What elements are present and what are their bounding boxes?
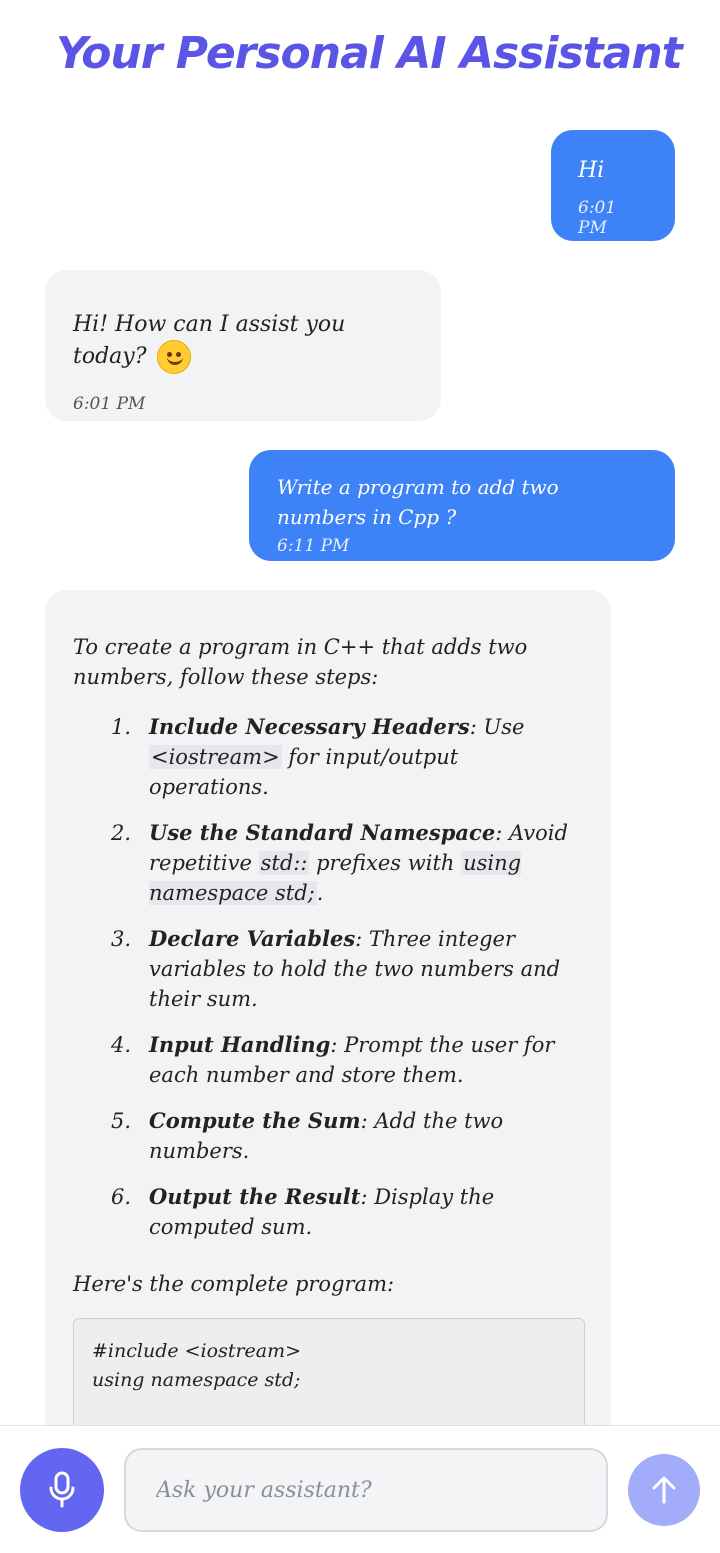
step-title: Include Necessary Headers — [149, 714, 470, 739]
steps-list: 1. Include Necessary Headers: Use <iostr… — [73, 712, 583, 1242]
arrow-up-icon — [652, 1476, 676, 1504]
microphone-icon — [49, 1471, 75, 1508]
user-message: Write a program to add two numbers in Cp… — [249, 450, 675, 561]
code-block[interactable]: #include <iostream> using namespace std;… — [73, 1318, 585, 1425]
step-number: 1. — [111, 715, 132, 739]
chat-app: Your Personal AI Assistant Hi 6:01 PM Hi… — [0, 0, 720, 1553]
microphone-button[interactable] — [20, 1448, 104, 1532]
step-title: Input Handling — [149, 1032, 331, 1057]
step-title: Use the Standard Namespace — [149, 820, 496, 845]
code-line: #include <iostream> — [92, 1340, 302, 1362]
reply-intro: To create a program in C++ that adds two… — [73, 635, 528, 689]
message-body: Hi! How can I assist you today? — [73, 310, 413, 374]
page-title: Your Personal AI Assistant — [56, 28, 683, 79]
step-number: 6. — [111, 1185, 132, 1209]
step-item: 2. Use the Standard Namespace: Avoid rep… — [111, 818, 583, 908]
message-time: 6:01 PM — [73, 394, 146, 414]
message-time: 6:01 PM — [578, 198, 617, 238]
message-input[interactable] — [124, 1448, 608, 1532]
step-item: 3. Declare Variables: Three integer vari… — [111, 924, 583, 1014]
message-text: Write a program to add two numbers in Cp… — [277, 475, 559, 529]
message-time: 6:11 PM — [277, 536, 350, 556]
step-item: 5. Compute the Sum: Add the two numbers. — [111, 1106, 583, 1166]
step-text: . — [316, 881, 324, 905]
user-message: Hi 6:01 PM — [551, 130, 675, 241]
chat-scroll-area[interactable]: Your Personal AI Assistant Hi 6:01 PM Hi… — [0, 0, 720, 1425]
step-item: 4. Input Handling: Prompt the user for e… — [111, 1030, 583, 1090]
inline-code: <iostream> — [149, 745, 282, 769]
smile-emoji-icon — [156, 340, 191, 374]
step-text: : Use — [469, 715, 525, 739]
message-text: Hi — [578, 158, 605, 183]
reply-outro: Here's the complete program: — [73, 1272, 395, 1296]
step-number: 5. — [111, 1109, 132, 1133]
step-item: 1. Include Necessary Headers: Use <iostr… — [111, 712, 583, 802]
composer-bar — [0, 1425, 720, 1553]
code-line: using namespace std; — [92, 1369, 301, 1391]
message-text: Hi! How can I assist you today? — [73, 312, 346, 369]
inline-code: std:: — [258, 851, 310, 875]
step-number: 3. — [111, 927, 132, 951]
step-title: Declare Variables — [149, 926, 356, 951]
assistant-message: Hi! How can I assist you today? 6:01 PM — [45, 270, 441, 421]
step-number: 2. — [111, 821, 132, 845]
step-item: 6. Output the Result: Display the comput… — [111, 1182, 583, 1242]
send-button[interactable] — [628, 1454, 700, 1526]
step-number: 4. — [111, 1033, 132, 1057]
step-text: prefixes with — [309, 851, 462, 875]
assistant-reply: To create a program in C++ that adds two… — [45, 590, 611, 1425]
step-title: Output the Result — [149, 1184, 361, 1209]
step-title: Compute the Sum — [149, 1108, 361, 1133]
